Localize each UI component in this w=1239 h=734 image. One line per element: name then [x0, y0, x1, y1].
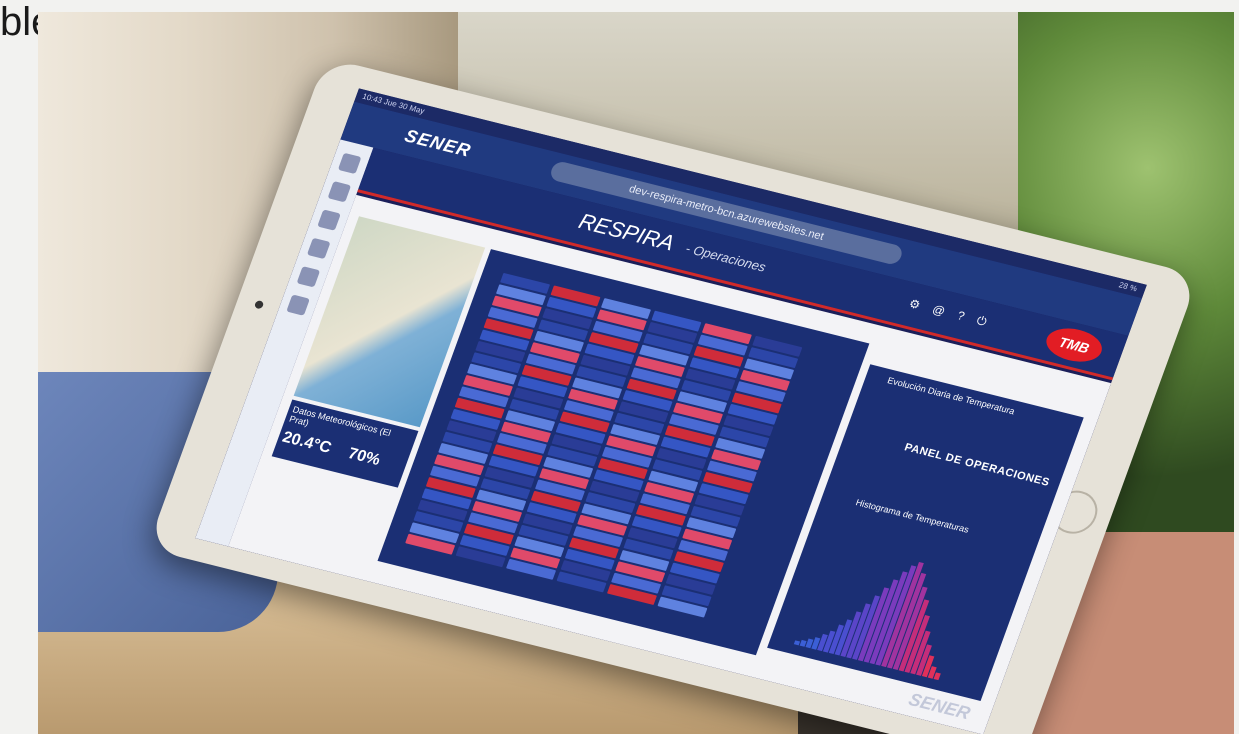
chart-icon[interactable]: [317, 209, 341, 231]
meteo-temperature: 20.4°C: [280, 428, 334, 457]
tmb-logo: TMB: [1041, 323, 1107, 367]
header-icons: ⚙ @ ? ⏻: [907, 296, 999, 332]
at-icon[interactable]: @: [931, 302, 948, 318]
power-icon[interactable]: ⏻: [975, 313, 989, 329]
history-icon[interactable]: [306, 237, 331, 260]
help-icon[interactable]: ?: [955, 308, 966, 323]
daily-evolution-title: Evolución Diaria de Temperatura: [886, 375, 1017, 417]
meteo-humidity: 70%: [345, 445, 383, 470]
histogram-title: Histograma de Temperaturas: [854, 497, 971, 535]
histogram: Histograma de Temperaturas: [784, 497, 1017, 687]
histogram-bar: [933, 671, 941, 681]
list-icon[interactable]: [286, 294, 310, 316]
sener-logo: SENER: [402, 125, 474, 161]
settings-icon[interactable]: ⚙: [907, 296, 922, 312]
camera-icon: [253, 299, 265, 310]
battery-level: 28 %: [1117, 280, 1139, 294]
app-subtitle: - Operaciones: [683, 240, 769, 275]
menu-icon[interactable]: [337, 152, 362, 175]
settings-icon[interactable]: [296, 266, 321, 288]
home-icon[interactable]: [327, 181, 352, 203]
photo: 10:43 Jue 30 May 28 % SENER dev-respira-…: [38, 12, 1234, 734]
